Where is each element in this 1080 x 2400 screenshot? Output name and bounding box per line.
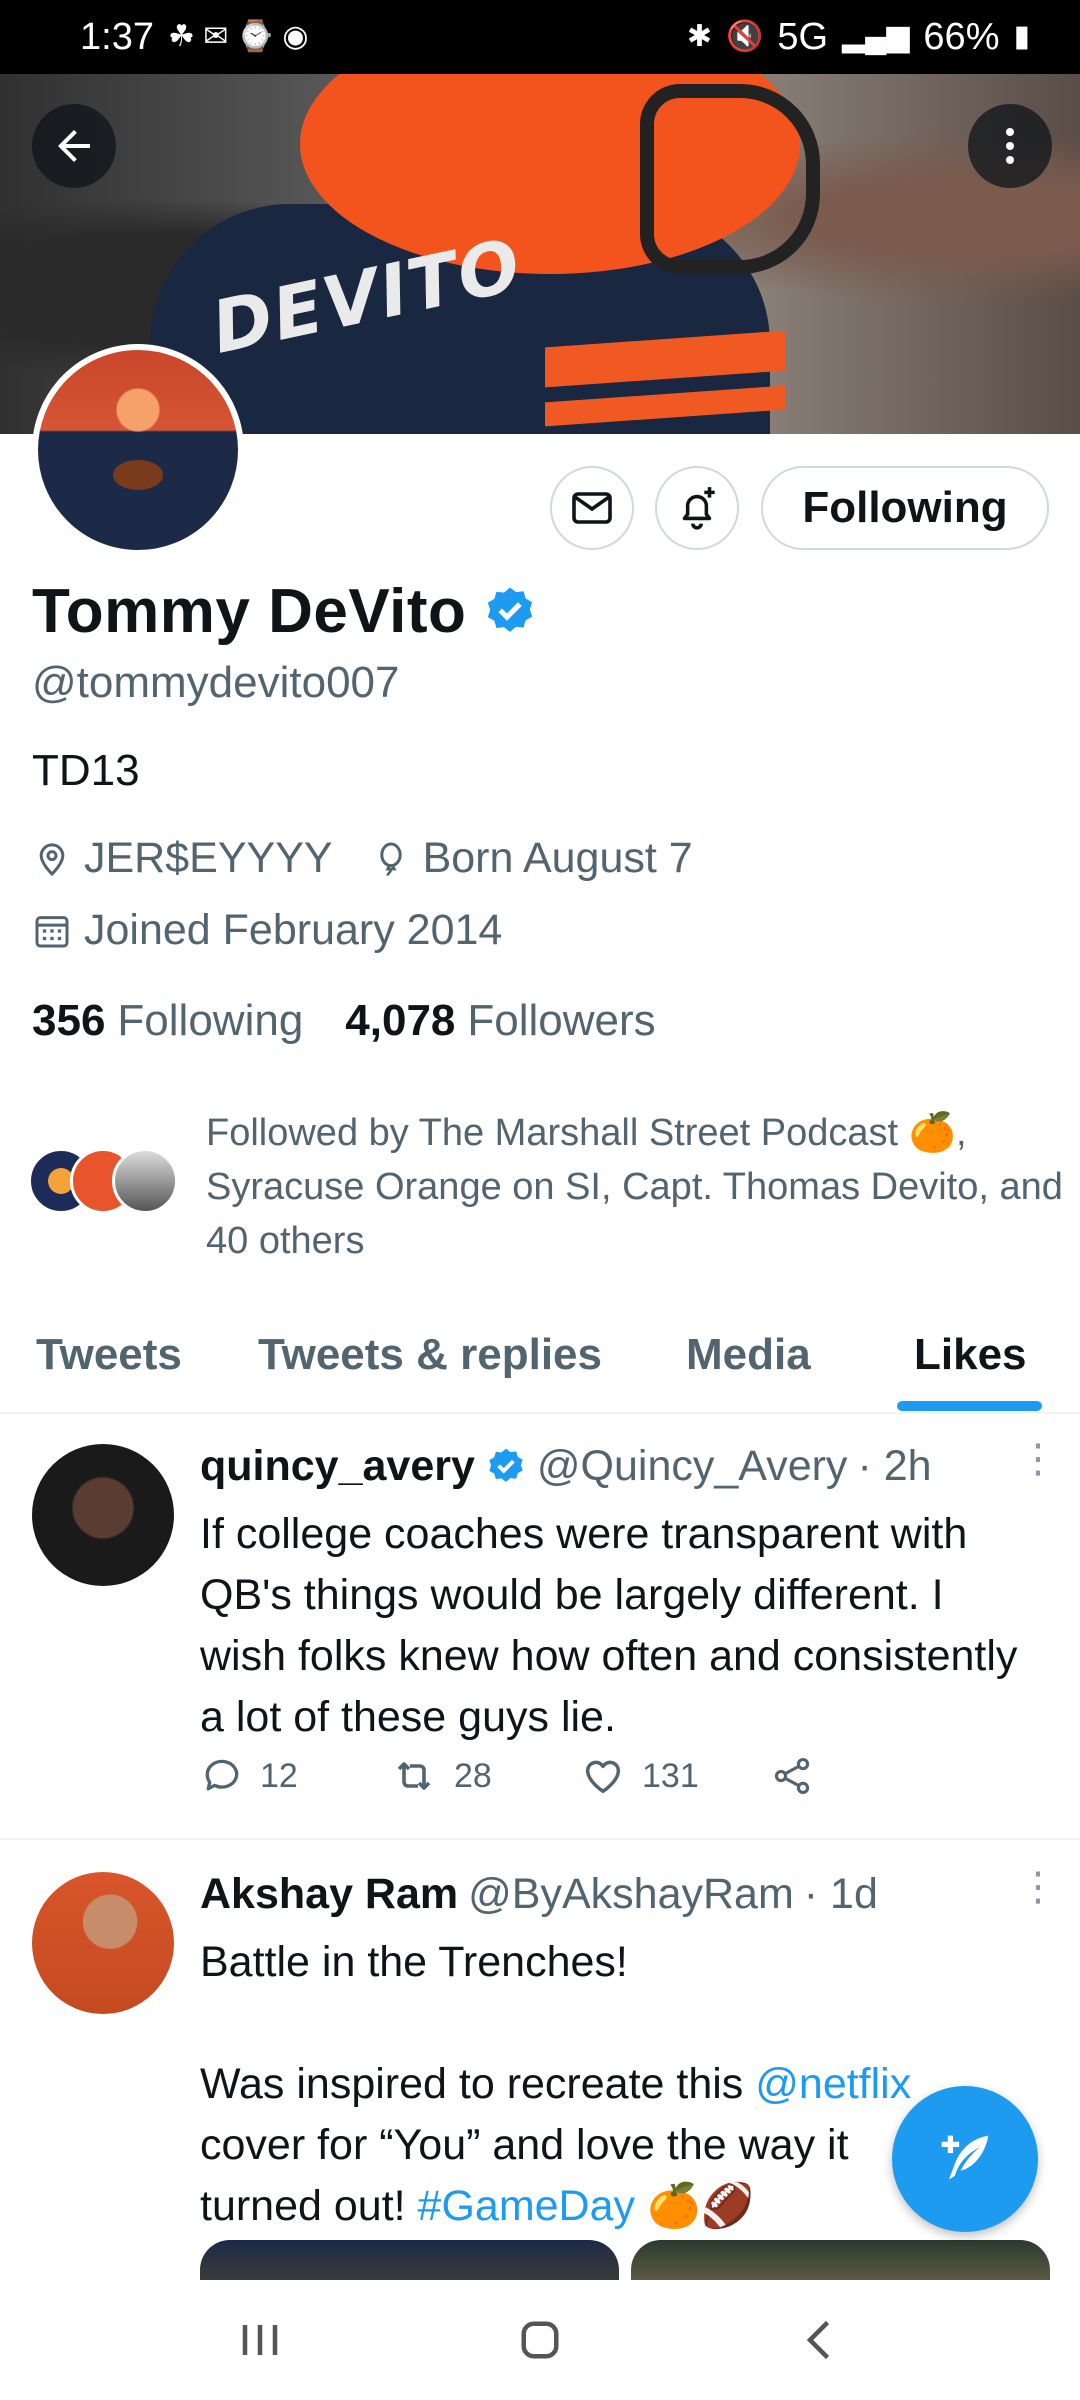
- more-options-button[interactable]: [968, 104, 1052, 188]
- recent-apps-icon[interactable]: [230, 2310, 290, 2370]
- profile-bio: TD13: [32, 746, 140, 795]
- tab-media[interactable]: Media: [686, 1330, 811, 1380]
- tweet-item[interactable]: quincy_avery @Quincy_Avery · 2h ⋮ If col…: [0, 1414, 1080, 1840]
- tweet-item[interactable]: Akshay Ram @ByAkshayRam · 1d ⋮ Battle in…: [0, 1842, 1080, 2282]
- tab-likes[interactable]: Likes: [914, 1330, 1027, 1380]
- following-button[interactable]: Following: [761, 466, 1049, 550]
- signal-icon: ▂▄▆: [842, 20, 910, 53]
- tab-tweets-replies[interactable]: Tweets & replies: [258, 1330, 602, 1380]
- tweet-image[interactable]: [631, 2240, 1050, 2280]
- hashtag-link[interactable]: #GameDay: [418, 2182, 635, 2230]
- status-bar: 1:37 ☘ ✉ ⌚ ◉ ✱ 🔇 5G ▂▄▆ 66% ▮: [0, 0, 1080, 74]
- followers-label: Followers: [467, 996, 656, 1045]
- home-icon[interactable]: [510, 2310, 570, 2370]
- back-button[interactable]: [32, 104, 116, 188]
- profile-name: Tommy DeVito: [32, 577, 467, 646]
- tweet-author-handle: @ByAkshayRam: [468, 1870, 794, 1918]
- balloon-icon: [379, 842, 402, 876]
- bluetooth-icon: ✱: [686, 20, 712, 53]
- like-button[interactable]: 131: [580, 1753, 770, 1799]
- tweet-header: quincy_avery @Quincy_Avery · 2h: [200, 1442, 932, 1491]
- reply-button[interactable]: 12: [200, 1754, 390, 1798]
- profile-stats: 356 Following 4,078 Followers: [32, 996, 656, 1046]
- more-vertical-icon: [1006, 128, 1014, 164]
- retweet-count: 28: [454, 1756, 492, 1795]
- tweet-author-name[interactable]: Akshay Ram: [200, 1870, 458, 1919]
- tweet-actions: 12 28 131: [200, 1752, 960, 1800]
- following-label: Following: [117, 996, 304, 1045]
- profile-birthday: Born August 7: [422, 834, 693, 882]
- profile-handle: @tommydevito007: [32, 658, 400, 707]
- calendar-icon: [35, 915, 69, 947]
- compose-tweet-button[interactable]: [892, 2086, 1038, 2232]
- followed-by-avatars: [28, 1148, 178, 1218]
- location-pin-icon: [39, 842, 65, 876]
- tweet-text-line: Battle in the Trenches!: [200, 1938, 628, 1986]
- battery-percent: 66%: [923, 15, 1000, 58]
- following-count: 356: [32, 996, 106, 1045]
- followers-count-link[interactable]: 4,078 Followers: [345, 996, 655, 1046]
- verified-badge-icon: [489, 1448, 523, 1482]
- message-button[interactable]: [550, 466, 634, 550]
- tweet-time: · 2h: [857, 1442, 932, 1490]
- mention-link[interactable]: @netflix: [755, 2060, 911, 2108]
- envelope-icon: [572, 492, 612, 524]
- retweet-icon: [397, 1762, 431, 1790]
- following-count-link[interactable]: 356 Following: [32, 996, 303, 1046]
- notification-icons: ☘ ✉ ⌚ ◉: [167, 20, 309, 53]
- tweet-more-icon[interactable]: ⋮: [1018, 1867, 1058, 1907]
- share-icon: [774, 1757, 810, 1795]
- mute-icon: 🔇: [725, 20, 764, 53]
- share-button[interactable]: [770, 1754, 960, 1798]
- reply-count: 12: [260, 1756, 298, 1795]
- tweet-author-avatar[interactable]: [32, 1872, 174, 2014]
- feather-plus-icon: [941, 2135, 989, 2180]
- followers-count: 4,078: [345, 996, 456, 1045]
- followed-by-text: Followed by The Marshall Street Podcast …: [206, 1112, 1063, 1262]
- bell-plus-icon: [682, 487, 715, 530]
- followed-by-section[interactable]: Followed by The Marshall Street Podcast …: [28, 1106, 1066, 1268]
- arrow-left-icon: [58, 130, 90, 162]
- reply-icon: [205, 1759, 239, 1791]
- tweet-image[interactable]: [200, 2240, 619, 2280]
- tweet-text: If college coaches were transparent with…: [200, 1510, 1018, 1741]
- profile-avatar[interactable]: [32, 344, 244, 556]
- verified-badge-icon: [488, 587, 533, 632]
- notifications-button[interactable]: [655, 466, 739, 550]
- follower-avatar: [112, 1148, 178, 1214]
- tweet-author-name[interactable]: quincy_avery: [200, 1442, 475, 1491]
- status-time: 1:37: [80, 15, 154, 58]
- tweet-author-handle: @Quincy_Avery: [536, 1442, 848, 1490]
- retweet-button[interactable]: 28: [390, 1752, 580, 1800]
- profile-tabs: Tweets Tweets & replies Media Likes: [0, 1300, 1080, 1414]
- profile-location: JER$EYYYY: [84, 834, 333, 882]
- tweet-header: Akshay Ram @ByAkshayRam · 1d: [200, 1870, 878, 1919]
- profile-joined: Joined February 2014: [84, 906, 503, 954]
- back-nav-icon[interactable]: [790, 2310, 850, 2370]
- heart-icon: [585, 1760, 621, 1794]
- tab-tweets[interactable]: Tweets: [36, 1330, 182, 1380]
- profile-joined-row: Joined February 2014: [32, 906, 526, 955]
- tweet-time: · 1d: [803, 1870, 878, 1918]
- network-label: 5G: [777, 15, 829, 58]
- active-tab-indicator: [897, 1401, 1042, 1411]
- like-count: 131: [642, 1756, 699, 1795]
- tweet-more-icon[interactable]: ⋮: [1018, 1439, 1058, 1479]
- profile-meta-row: JER$EYYYY Born August 7: [32, 834, 717, 883]
- tweet-author-avatar[interactable]: [32, 1444, 174, 1586]
- tweet-media[interactable]: [200, 2240, 1050, 2280]
- system-nav-bar: [0, 2280, 1080, 2400]
- battery-icon: ▮: [1013, 20, 1030, 53]
- profile-name-row: Tommy DeVito: [32, 576, 538, 647]
